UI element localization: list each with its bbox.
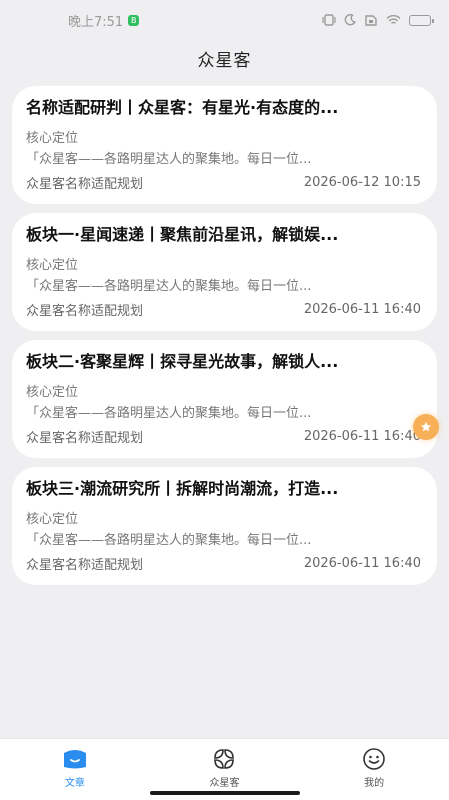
article-card[interactable]: 名称适配研判丨众星客：有星光·有态度的... 核心定位 「众星客——各路明星达人… [12,86,437,204]
article-card[interactable]: 板块二·客聚星辉丨探寻星光故事，解锁人... 核心定位 「众星客——各路明星达人… [12,340,437,458]
article-subtitle: 核心定位 [26,258,79,273]
nav-item-profile[interactable]: 我的 [314,739,434,800]
status-bar: 晚上7:51 B [0,0,449,40]
article-date: 2026-06-11 16:40 [303,429,421,444]
nav-label: 我的 [364,778,385,789]
smiley-icon [362,747,386,771]
app-screen: 晚上7:51 B 众星客 名称适配研判丨众星客：有星光·有态度的... 核心定位… [0,0,449,800]
battery-icon [409,14,434,26]
article-footer: 众星客名称适配规划 2026-06-11 16:40 [26,300,421,319]
status-icons [322,14,434,26]
article-title: 板块一·星闻速递丨聚焦前沿星讯，解锁娱... [26,225,339,244]
article-date: 2026-06-12 10:15 [303,175,421,190]
moon-icon [344,14,356,26]
article-excerpt: 「众星客——各路明星达人的聚集地。每日一位... [26,152,312,167]
article-source: 众星客名称适配规划 [26,304,144,319]
article-source: 众星客名称适配规划 [26,431,144,446]
home-indicator[interactable] [150,791,300,795]
floating-star-button[interactable] [413,414,439,440]
article-footer: 众星客名称适配规划 2026-06-12 10:15 [26,173,421,192]
sim-icon [364,14,378,26]
article-subtitle: 核心定位 [26,131,79,146]
status-left: 晚上7:51 B [68,11,140,30]
article-title: 板块三·潮流研究所丨拆解时尚潮流，打造... [26,479,339,498]
status-time: 晚上7:51 [68,14,124,30]
vibrate-icon [322,14,336,26]
article-list: 名称适配研判丨众星客：有星光·有态度的... 核心定位 「众星客——各路明星达人… [12,86,437,594]
article-source: 众星客名称适配规划 [26,558,144,573]
article-date: 2026-06-11 16:40 [303,302,421,317]
wifi-icon [386,14,401,26]
notification-badge: B [128,14,140,26]
star-icon [420,418,432,437]
article-date: 2026-06-11 16:40 [303,556,421,571]
article-title: 名称适配研判丨众星客：有星光·有态度的... [26,98,339,117]
article-footer: 众星客名称适配规划 2026-06-11 16:40 [26,427,421,446]
grid-icon [212,747,236,771]
title-bar: 众星客 [0,40,449,76]
article-excerpt: 「众星客——各路明星达人的聚集地。每日一位... [26,406,312,421]
article-icon [62,747,88,771]
article-card[interactable]: 板块三·潮流研究所丨拆解时尚潮流，打造... 核心定位 「众星客——各路明星达人… [12,467,437,585]
nav-label: 文章 [64,778,85,789]
nav-label: 众星客 [209,778,240,789]
article-footer: 众星客名称适配规划 2026-06-11 16:40 [26,554,421,573]
article-excerpt: 「众星客——各路明星达人的聚集地。每日一位... [26,533,312,548]
article-excerpt: 「众星客——各路明星达人的聚集地。每日一位... [26,279,312,294]
article-subtitle: 核心定位 [26,512,79,527]
article-source: 众星客名称适配规划 [26,177,144,192]
article-subtitle: 核心定位 [26,385,79,400]
article-title: 板块二·客聚星辉丨探寻星光故事，解锁人... [26,352,339,371]
nav-item-articles[interactable]: 文章 [15,739,135,800]
page-title: 众星客 [197,50,252,71]
article-card[interactable]: 板块一·星闻速递丨聚焦前沿星讯，解锁娱... 核心定位 「众星客——各路明星达人… [12,213,437,331]
